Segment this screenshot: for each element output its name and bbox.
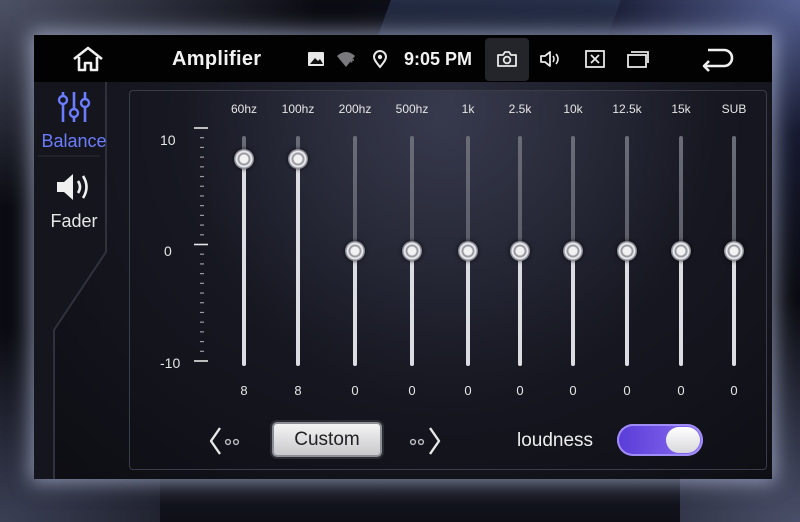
band-slider-knob[interactable] (234, 149, 254, 169)
volume-icon[interactable] (539, 49, 563, 69)
band-slider-fill (410, 251, 414, 366)
preset-button[interactable]: Custom (272, 422, 382, 457)
scale-max-label: 10 (160, 132, 176, 148)
band-value: 0 (623, 383, 631, 398)
band-slider-fill (518, 251, 522, 366)
recent-apps-icon[interactable] (626, 49, 650, 69)
equalizer-panel: 10 0 -10 60hz 8 100hz 8 200hz 0 500hz 0 1k 0 2.5k 0… (129, 90, 767, 470)
loudness-toggle[interactable] (617, 424, 703, 456)
head-unit-screen: Amplifier 9:05 PM Balance Fader 10 0 -10… (34, 35, 772, 479)
band-slider[interactable] (563, 136, 583, 366)
scale-min-label: -10 (160, 355, 181, 371)
band-slider[interactable] (617, 136, 637, 366)
scale-mid-label: 0 (164, 243, 172, 259)
band-slider-fill (242, 159, 246, 366)
band-value: 0 (730, 383, 738, 398)
band-slider-knob[interactable] (510, 241, 530, 261)
band-frequency-label: 1k (461, 102, 475, 116)
gallery-icon (308, 52, 324, 66)
sidebar-item-label: Fader (50, 211, 98, 231)
band-value: 0 (677, 383, 685, 398)
band-slider[interactable] (345, 136, 365, 366)
band-slider[interactable] (458, 136, 478, 366)
band-slider-knob[interactable] (288, 149, 308, 169)
band-value: 0 (464, 383, 472, 398)
band-slider-knob[interactable] (724, 241, 744, 261)
clock: 9:05 PM (404, 49, 473, 69)
band-frequency-label: SUB (721, 102, 747, 116)
band-slider-fill (732, 251, 736, 366)
band-slider[interactable] (724, 136, 744, 366)
sidebar-item-balance[interactable]: Balance (34, 90, 114, 152)
band-slider[interactable] (671, 136, 691, 366)
band-slider-fill (571, 251, 575, 366)
band-slider[interactable] (402, 136, 422, 366)
band-frequency-label: 15k (671, 102, 691, 116)
band-frequency-label: 2.5k (508, 102, 532, 116)
band-value: 0 (408, 383, 416, 398)
band-frequency-label: 10k (563, 102, 583, 116)
band-value: 8 (240, 383, 248, 398)
band-value: 0 (351, 383, 359, 398)
band-frequency-label: 200hz (338, 102, 372, 116)
band-value: 8 (294, 383, 302, 398)
equalizer-icon (57, 92, 91, 122)
home-icon[interactable] (70, 45, 106, 73)
band-frequency-label: 60hz (230, 102, 258, 116)
sidebar-item-fader[interactable]: Fader (34, 170, 114, 232)
band-slider-knob[interactable] (402, 241, 422, 261)
band-slider[interactable] (234, 136, 254, 366)
band-slider-fill (679, 251, 683, 366)
location-icon (372, 50, 388, 69)
band-value: 0 (569, 383, 577, 398)
band-slider-fill (296, 159, 300, 366)
speaker-icon (57, 174, 88, 200)
band-slider-knob[interactable] (617, 241, 637, 261)
amplifier-content: Balance Fader 10 0 -10 60hz 8 100hz 8 200hz 0… (34, 82, 772, 479)
band-slider[interactable] (510, 136, 530, 366)
band-slider-knob[interactable] (671, 241, 691, 261)
close-box-icon[interactable] (584, 49, 606, 69)
band-slider-knob[interactable] (563, 241, 583, 261)
loudness-label: loudness (517, 430, 594, 451)
status-bar: Amplifier 9:05 PM (34, 35, 772, 82)
wifi-icon (337, 52, 355, 67)
band-slider-knob[interactable] (345, 241, 365, 261)
band-frequency-label: 500hz (395, 102, 429, 116)
band-slider-knob[interactable] (458, 241, 478, 261)
toggle-thumb (666, 427, 700, 453)
next-preset-button[interactable] (408, 423, 450, 459)
band-frequency-label: 100hz (281, 102, 315, 116)
band-slider[interactable] (288, 136, 308, 366)
band-slider-fill (353, 251, 357, 366)
band-frequency-label: 12.5k (612, 102, 642, 116)
previous-preset-button[interactable] (208, 423, 250, 459)
band-value: 0 (516, 383, 524, 398)
screenshot-button[interactable] (485, 38, 529, 81)
sidebar-item-label: Balance (41, 131, 107, 151)
band-slider-fill (625, 251, 629, 366)
band-slider-fill (466, 251, 470, 366)
page-title: Amplifier (172, 48, 262, 70)
camera-icon (497, 51, 517, 67)
side-navigation: Balance Fader (34, 82, 122, 479)
back-icon[interactable] (698, 45, 738, 73)
